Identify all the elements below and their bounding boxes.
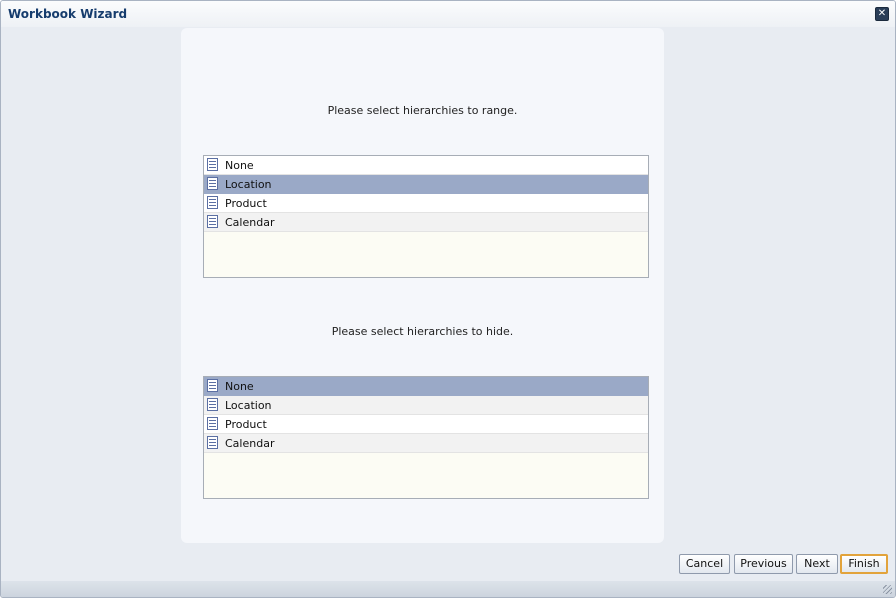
hide-list-item-none[interactable]: None [204, 377, 648, 396]
workbook-wizard-dialog: Workbook Wizard ✕ Please select hierarch… [0, 0, 896, 598]
previous-button[interactable]: Previous [734, 554, 793, 574]
range-list-item-location[interactable]: Location [204, 175, 648, 194]
list-icon [207, 158, 218, 171]
range-list-item-product[interactable]: Product [204, 194, 648, 213]
status-bar [1, 581, 895, 597]
range-list-item-calendar[interactable]: Calendar [204, 213, 648, 232]
hide-list-item-product[interactable]: Product [204, 415, 648, 434]
close-icon[interactable]: ✕ [875, 7, 889, 21]
title-bar[interactable]: Workbook Wizard ✕ [1, 1, 895, 27]
hide-list-item-location[interactable]: Location [204, 396, 648, 415]
hide-prompt: Please select hierarchies to hide. [331, 325, 514, 338]
range-hierarchy-list[interactable]: None Location Product Calendar [203, 155, 649, 278]
finish-button[interactable]: Finish [840, 554, 888, 574]
range-prompt: Please select hierarchies to range. [327, 104, 518, 117]
cancel-button[interactable]: Cancel [679, 554, 730, 574]
next-button[interactable]: Next [796, 554, 838, 574]
list-icon [207, 398, 218, 411]
list-icon [207, 417, 218, 430]
content-area: Please select hierarchies to range. None… [1, 27, 895, 553]
button-bar: Cancel Previous Next Finish [1, 553, 895, 581]
list-icon [207, 215, 218, 228]
list-icon [207, 436, 218, 449]
resize-grip-icon[interactable] [883, 585, 892, 594]
list-icon [207, 379, 218, 392]
hide-list-item-calendar[interactable]: Calendar [204, 434, 648, 453]
range-list-item-none[interactable]: None [204, 156, 648, 175]
hide-hierarchy-list[interactable]: None Location Product Calendar [203, 376, 649, 499]
list-icon [207, 177, 218, 190]
wizard-panel: Please select hierarchies to range. None… [181, 28, 664, 543]
dialog-title: Workbook Wizard [8, 7, 128, 21]
list-icon [207, 196, 218, 209]
